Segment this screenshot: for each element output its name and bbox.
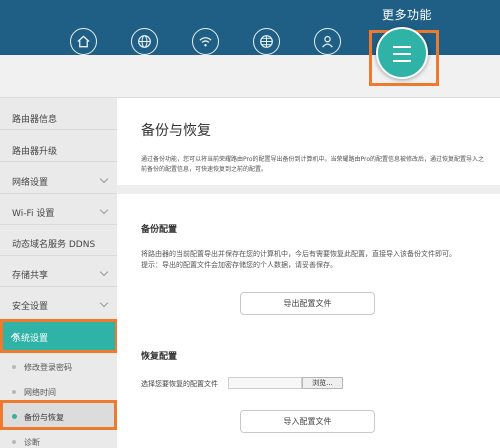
divider	[0, 161, 117, 162]
page-title: 备份与恢复	[141, 123, 211, 139]
chevron-down-icon	[99, 205, 109, 215]
sub-item-change-password[interactable]: 修改登录密码	[0, 362, 117, 373]
sidebar-item-wifi[interactable]: Wi-Fi 设置	[0, 205, 117, 219]
backup-description: 将路由器的当前配置导出并保存在您的计算机中，今后有需要恢复此配置，直接导入该备份…	[141, 250, 456, 258]
sidebar-item-label: Wi-Fi 设置	[12, 209, 55, 219]
user-icon[interactable]	[314, 28, 341, 55]
main-panel: 备份与恢复 通过备份功能，您可以将当前荣耀路由Pro的配置导出备份到计算机中。当…	[117, 97, 500, 448]
menu-line-icon	[393, 46, 411, 48]
chevron-down-icon	[99, 267, 109, 277]
sidebar-item-label: 存储共享	[12, 271, 49, 281]
divider	[0, 286, 117, 287]
bullet-icon	[12, 390, 16, 394]
sidebar-item-network[interactable]: 网络设置	[0, 174, 117, 188]
page-description: 通过备份功能，您可以将当前荣耀路由Pro的配置导出备份到计算机中。当荣耀路由Pr…	[141, 156, 485, 173]
sidebar-item-label: 路由器升级	[12, 147, 58, 157]
file-path-input[interactable]	[228, 377, 302, 389]
more-functions-button[interactable]	[376, 27, 428, 79]
sidebar-item-label: 网络设置	[12, 178, 49, 188]
menu-line-icon	[393, 53, 411, 55]
home-icon[interactable]	[70, 28, 97, 55]
divider	[0, 224, 117, 225]
sidebar: 路由器信息 路由器升级 网络设置 Wi-Fi 设置 动态域名服务 DDNS 存储…	[0, 97, 118, 448]
sidebar-item-router-upgrade[interactable]: 路由器升级	[0, 144, 117, 157]
sidebar-item-router-info[interactable]: 路由器信息	[0, 112, 117, 125]
file-select-label: 选择您要恢复的配置文件	[141, 380, 218, 388]
bullet-icon	[12, 365, 16, 369]
more-functions-label: 更多功能	[382, 8, 433, 22]
system-settings-highlight	[0, 319, 118, 353]
sidebar-item-ddns[interactable]: 动态域名服务 DDNS	[0, 237, 117, 250]
chevron-down-icon	[99, 174, 109, 184]
divider	[0, 255, 117, 256]
sidebar-item-storage[interactable]: 存储共享	[0, 267, 117, 281]
import-config-button[interactable]: 导入配置文件	[240, 410, 375, 433]
export-config-button[interactable]: 导出配置文件	[240, 292, 375, 315]
backup-section-title: 备份配置	[141, 225, 178, 235]
wifi-icon[interactable]	[192, 28, 219, 55]
sidebar-item-security[interactable]: 安全设置	[0, 298, 117, 312]
sidebar-item-label: 安全设置	[12, 302, 49, 312]
divider	[0, 129, 117, 130]
divider	[0, 193, 117, 194]
backup-tip: 提示：导出的配置文件会加密存储您的个人数据，请妥善保存。	[141, 261, 337, 269]
restore-section-title: 恢复配置	[141, 352, 178, 362]
chevron-down-icon	[99, 298, 109, 308]
section-divider-band	[117, 185, 500, 194]
menu-line-icon	[393, 60, 411, 62]
browse-button[interactable]: 浏览...	[302, 377, 343, 389]
globe-icon[interactable]	[131, 28, 158, 55]
sub-item-label: 网络时间	[24, 388, 56, 397]
sub-item-label: 诊断	[24, 438, 40, 447]
sidebar-item-label: 动态域名服务 DDNS	[12, 240, 96, 250]
backup-restore-highlight	[0, 400, 117, 430]
network-globe-icon[interactable]	[253, 28, 280, 55]
sub-item-network-time[interactable]: 网络时间	[0, 387, 117, 398]
sub-item-diagnose[interactable]: 诊断	[0, 437, 117, 448]
sub-item-label: 修改登录密码	[24, 363, 72, 372]
bullet-icon	[12, 440, 16, 444]
sidebar-item-label: 路由器信息	[12, 115, 58, 125]
